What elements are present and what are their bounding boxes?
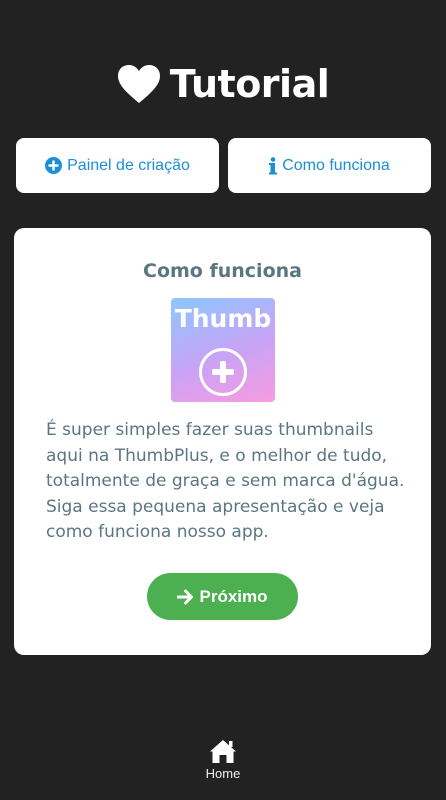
info-icon [269,156,278,175]
logo-text: Thumb [174,304,272,333]
plus-circle-icon [45,157,63,174]
tab-creation-panel[interactable]: Painel de criação [16,138,219,193]
tutorial-card: Como funciona Thumb É super simples faze… [14,228,431,655]
page-header: Tutorial [0,62,446,106]
heart-icon [117,65,160,103]
nav-home[interactable]: Home [173,738,273,788]
tab-how-it-works[interactable]: Como funciona [228,138,431,193]
tab-how-it-works-label: Como funciona [282,156,390,174]
home-icon [210,740,236,763]
page-title: Tutorial [169,62,330,106]
arrow-right-icon [177,589,194,605]
card-description: É super simples fazer suas thumbnails aq… [46,420,405,542]
nav-home-label: Home [205,766,241,781]
tab-creation-panel-label: Painel de criação [67,156,190,174]
thumbplus-logo: Thumb [171,298,275,402]
card-title: Como funciona [143,260,302,282]
logo-plus-icon [199,348,247,396]
next-button[interactable]: Próximo [147,573,298,620]
next-button-label: Próximo [199,586,268,606]
tutorial-page: Tutorial Painel de criação Como funciona… [0,0,446,800]
